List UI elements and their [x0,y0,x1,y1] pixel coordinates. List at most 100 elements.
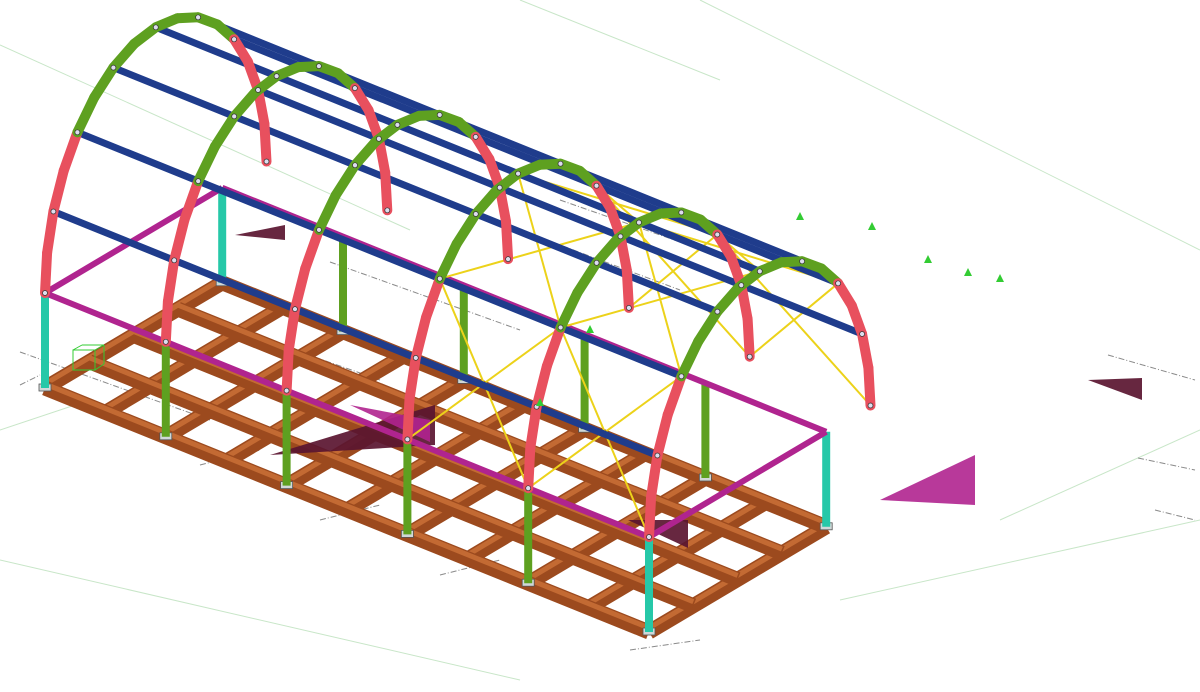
node [472,134,479,140]
model-viewport[interactable] [0,0,1200,692]
arch-segment-green [330,160,360,201]
node [231,36,237,43]
grid-line [0,559,521,681]
node [316,227,322,233]
arch-segment-red [259,118,272,167]
node [412,355,419,361]
node [231,113,238,120]
node [617,233,624,240]
load-diagram-magenta [880,455,975,505]
arch-segment-red [531,361,552,412]
load-diagram-dark [235,225,285,240]
arch-segment-red [501,216,514,265]
node [195,14,201,21]
arch-segment-red [525,401,542,453]
support-icon [964,268,972,276]
arch-segment-red [523,442,536,494]
node [654,452,661,459]
arch-segment-red [742,313,755,362]
grid-line [839,519,1200,601]
dimension-line [629,639,701,651]
node [859,331,865,337]
arch-segment-green [72,92,100,138]
node [162,338,169,345]
node [678,209,685,216]
dimension-line [1137,457,1196,471]
arch-segment-green [693,306,723,347]
arch-segment-green [676,336,704,382]
node [646,534,652,540]
node [384,207,391,214]
node [835,280,841,287]
node [756,268,763,275]
arch-segment-green [89,62,119,103]
node [171,257,178,264]
node [436,275,443,282]
node [273,73,280,79]
dimension-line [19,374,41,386]
node [505,256,511,262]
arch-segment-red [160,296,173,347]
grid-line [999,429,1200,521]
arch-segment-red [40,247,53,298]
node [255,87,261,93]
node [525,485,532,492]
node [394,122,401,128]
node [376,135,382,142]
arch-segment-red [857,329,874,373]
node [593,259,600,266]
node [557,324,564,331]
node [714,308,721,315]
node [42,290,48,296]
arch-segment-red [662,371,687,420]
arch-segment-green [193,141,220,187]
node [626,305,632,311]
node [799,258,805,265]
support-symbols [536,212,1004,406]
load-diagram-dark [1088,378,1142,400]
dimension-line [1107,354,1196,381]
ucs-edge [72,344,83,351]
arch-segment-red [380,167,393,216]
node [593,182,600,189]
arch-segment-red [169,214,190,266]
grid-line [699,0,1200,251]
arch-segment-red [290,263,311,315]
arch-segment-red [421,273,445,323]
arch-segment-red [402,394,415,445]
node [746,353,753,360]
node [714,231,721,238]
arch-segment-green [210,111,240,152]
purlin [256,86,864,338]
node [678,373,685,380]
node [110,64,117,71]
node [352,85,358,91]
arch-segment-green [555,287,583,333]
arch-segment-red [404,352,421,405]
steel-structure-3d-model[interactable] [0,0,1200,692]
arch-segment-red [179,176,204,225]
arch-segment-green [314,190,341,235]
arch-segment-red [281,345,294,396]
node [515,170,521,177]
arch-segment-red [863,362,876,411]
node [636,219,642,226]
support-icon [924,255,932,263]
node [74,129,81,136]
grid-line [519,0,721,81]
node [472,211,479,217]
arch-segment-red [300,224,324,274]
support-icon [796,212,804,220]
node [352,162,358,169]
grid-line [0,44,411,231]
node [738,282,745,289]
arch-segment-red [644,491,657,542]
support-icon [586,325,594,333]
arch-segment-red [541,322,566,371]
node [195,178,202,184]
node [292,306,298,312]
arch-segment-red [621,265,634,313]
support-icon [996,274,1004,282]
dimension-line [1154,509,1196,521]
node [557,160,564,167]
